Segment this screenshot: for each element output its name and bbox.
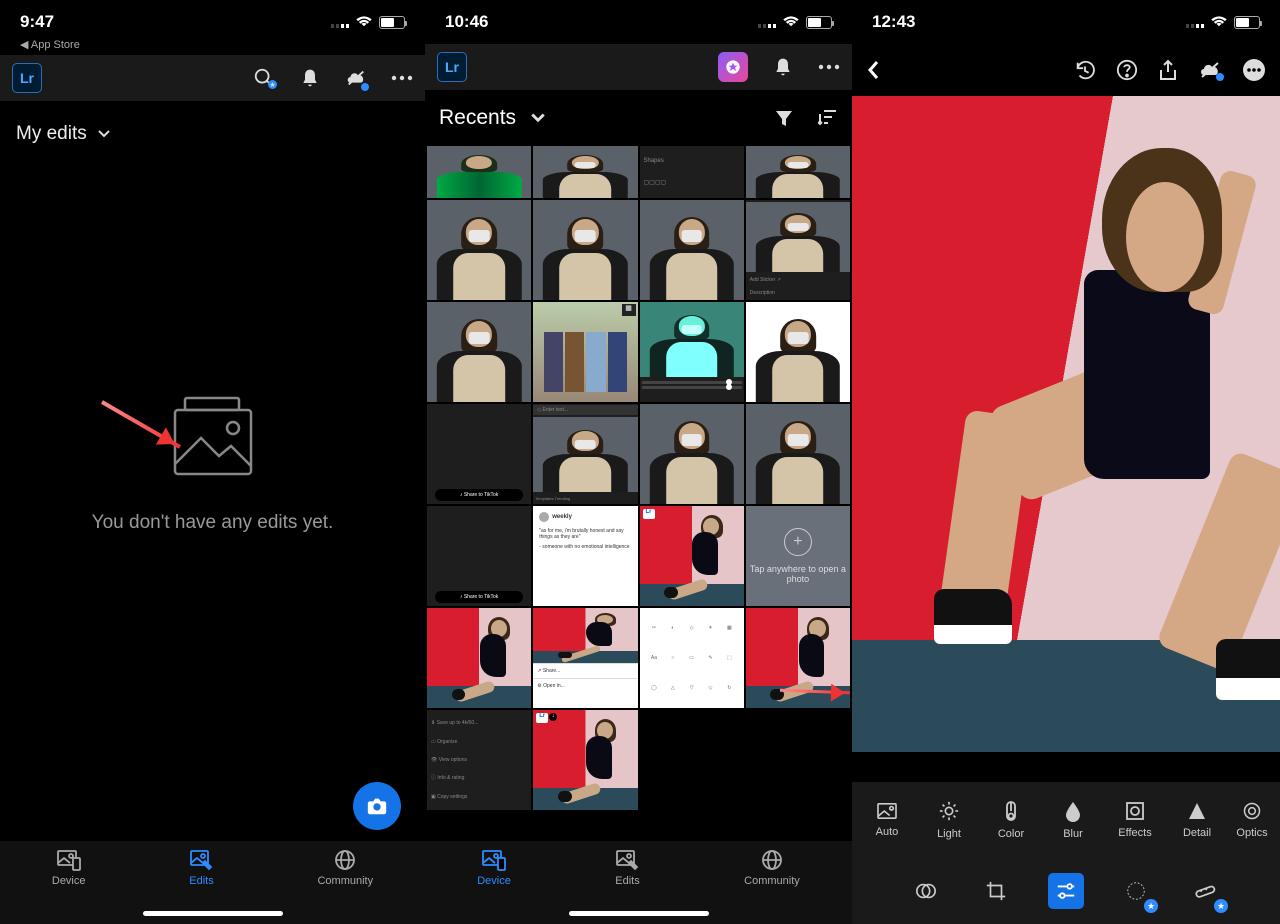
- section-title: Recents: [439, 106, 516, 130]
- filter-icon[interactable]: [774, 108, 794, 128]
- tap-anywhere-tile[interactable]: +Tap anywhere to open a photo: [746, 506, 850, 606]
- back-to-app-link[interactable]: ◀ App Store: [0, 38, 425, 51]
- app-header: Lr: [425, 44, 852, 90]
- main-photo[interactable]: [852, 96, 1280, 752]
- photo-thumb[interactable]: [746, 404, 850, 504]
- nav-device[interactable]: Device: [52, 849, 86, 924]
- photo-thumb[interactable]: [427, 146, 531, 198]
- nav-community[interactable]: Community: [317, 849, 373, 924]
- cloud-sync-icon[interactable]: [345, 67, 367, 89]
- photo-thumb[interactable]: [533, 146, 637, 198]
- battery-icon: [379, 16, 405, 29]
- more-icon[interactable]: [1242, 58, 1266, 82]
- tool-light[interactable]: Light: [920, 800, 978, 840]
- photo-thumb: [640, 710, 744, 810]
- sort-icon[interactable]: [818, 108, 838, 128]
- battery-icon: [1234, 16, 1260, 29]
- wifi-icon: [1210, 16, 1228, 28]
- status-icons: [331, 16, 405, 29]
- photo-thumb[interactable]: ✂◐◇☀▦ Aa○▭✎⬚ ◯△▽◇↻: [640, 608, 744, 708]
- phone-screen-2: 10:46 Lr Recents Shapes▢▢▢▢ Add Sticker …: [425, 0, 852, 924]
- recents-dropdown[interactable]: Recents: [439, 106, 546, 130]
- photo-thumb[interactable]: [427, 608, 531, 708]
- battery-icon: [806, 16, 832, 29]
- bell-icon[interactable]: [299, 67, 321, 89]
- more-icon[interactable]: [818, 56, 840, 78]
- photo-thumb[interactable]: Lr: [640, 506, 744, 606]
- photo-thumb[interactable]: ▦: [533, 302, 637, 402]
- editor-header: [852, 44, 1280, 96]
- nav-device[interactable]: Device: [477, 849, 511, 924]
- cloud-sync-icon[interactable]: [1198, 61, 1222, 79]
- photo-thumb[interactable]: ⬇ Save up to 4k/60...▭ Organize👁 View op…: [427, 710, 531, 810]
- home-indicator[interactable]: [569, 911, 709, 916]
- bottom-tool-bar: ★ ★: [852, 858, 1280, 924]
- masking-button[interactable]: ★: [1118, 873, 1154, 909]
- photo-thumb[interactable]: ◇ Enter text...Templates Trending: [533, 404, 637, 504]
- lightroom-logo[interactable]: Lr: [437, 52, 467, 82]
- photo-thumb[interactable]: weekly"as for me, i'm brutally honest an…: [533, 506, 637, 606]
- status-bar: 10:46: [425, 0, 852, 44]
- photo-grid: Shapes▢▢▢▢ Add Sticker ↗Description ▦ ♪ …: [425, 146, 852, 840]
- photo-thumb[interactable]: [427, 200, 531, 300]
- bell-icon[interactable]: [772, 56, 794, 78]
- help-icon[interactable]: [1116, 59, 1138, 81]
- photo-thumb[interactable]: [746, 302, 850, 402]
- presets-button[interactable]: [908, 873, 944, 909]
- photo-thumb[interactable]: [533, 200, 637, 300]
- signal-icon: [758, 16, 776, 28]
- tool-optics[interactable]: Optics: [1230, 801, 1274, 839]
- edit-tools-strip: Auto Light Color Blur Effects Detail Opt…: [852, 782, 1280, 858]
- photo-thumb[interactable]: [427, 302, 531, 402]
- tool-detail[interactable]: Detail: [1168, 801, 1226, 839]
- more-icon[interactable]: [391, 67, 413, 89]
- search-icon[interactable]: ★: [253, 67, 275, 89]
- plus-icon: +: [784, 528, 812, 556]
- photo-thumb[interactable]: ♪ Share to TikTok: [427, 506, 531, 606]
- tool-effects[interactable]: Effects: [1106, 801, 1164, 839]
- photo-thumb[interactable]: ↗ Share...⚙ Open in...: [533, 608, 637, 708]
- tool-color[interactable]: Color: [982, 800, 1040, 840]
- wifi-icon: [355, 16, 373, 28]
- share-icon[interactable]: [1158, 59, 1178, 81]
- tool-auto[interactable]: Auto: [858, 802, 916, 838]
- status-time: 9:47: [20, 12, 54, 32]
- chevron-down-icon: [530, 112, 546, 124]
- signal-icon: [1186, 16, 1204, 28]
- camera-icon: [366, 796, 388, 816]
- photo-thumb[interactable]: Lr↓: [533, 710, 637, 810]
- crop-button[interactable]: [978, 873, 1014, 909]
- spacer: [852, 752, 1280, 782]
- premium-badge[interactable]: [718, 52, 748, 82]
- section-title-row: Recents: [425, 90, 852, 146]
- photo-thumb: [746, 710, 850, 810]
- phone-screen-3: 12:43 Auto Light Color Blur: [852, 0, 1280, 924]
- phone-screen-1: 9:47 ◀ App Store Lr ★ My edits You: [0, 0, 425, 924]
- status-bar: 12:43: [852, 0, 1280, 44]
- signal-icon: [331, 16, 349, 28]
- back-button[interactable]: [866, 59, 880, 81]
- adjust-button[interactable]: [1048, 873, 1084, 909]
- tool-blur[interactable]: Blur: [1044, 800, 1102, 840]
- photo-thumb[interactable]: [640, 200, 744, 300]
- nav-community[interactable]: Community: [744, 849, 800, 924]
- photo-thumb[interactable]: Add Sticker ↗Description: [746, 200, 850, 300]
- status-time: 10:46: [445, 12, 488, 32]
- photo-thumb[interactable]: [640, 302, 744, 402]
- home-indicator[interactable]: [143, 911, 283, 916]
- photo-thumb[interactable]: [746, 146, 850, 198]
- empty-state: You don't have any edits yet.: [0, 87, 425, 840]
- photo-thumb[interactable]: [640, 404, 744, 504]
- wifi-icon: [782, 16, 800, 28]
- history-icon[interactable]: [1074, 59, 1096, 81]
- healing-button[interactable]: ★: [1188, 873, 1224, 909]
- empty-state-text: You don't have any edits yet.: [92, 512, 334, 534]
- photo-thumb[interactable]: ♪ Share to TikTok: [427, 404, 531, 504]
- camera-fab[interactable]: [353, 782, 401, 830]
- status-time: 12:43: [872, 12, 915, 32]
- photo-thumb[interactable]: Shapes▢▢▢▢: [640, 146, 744, 198]
